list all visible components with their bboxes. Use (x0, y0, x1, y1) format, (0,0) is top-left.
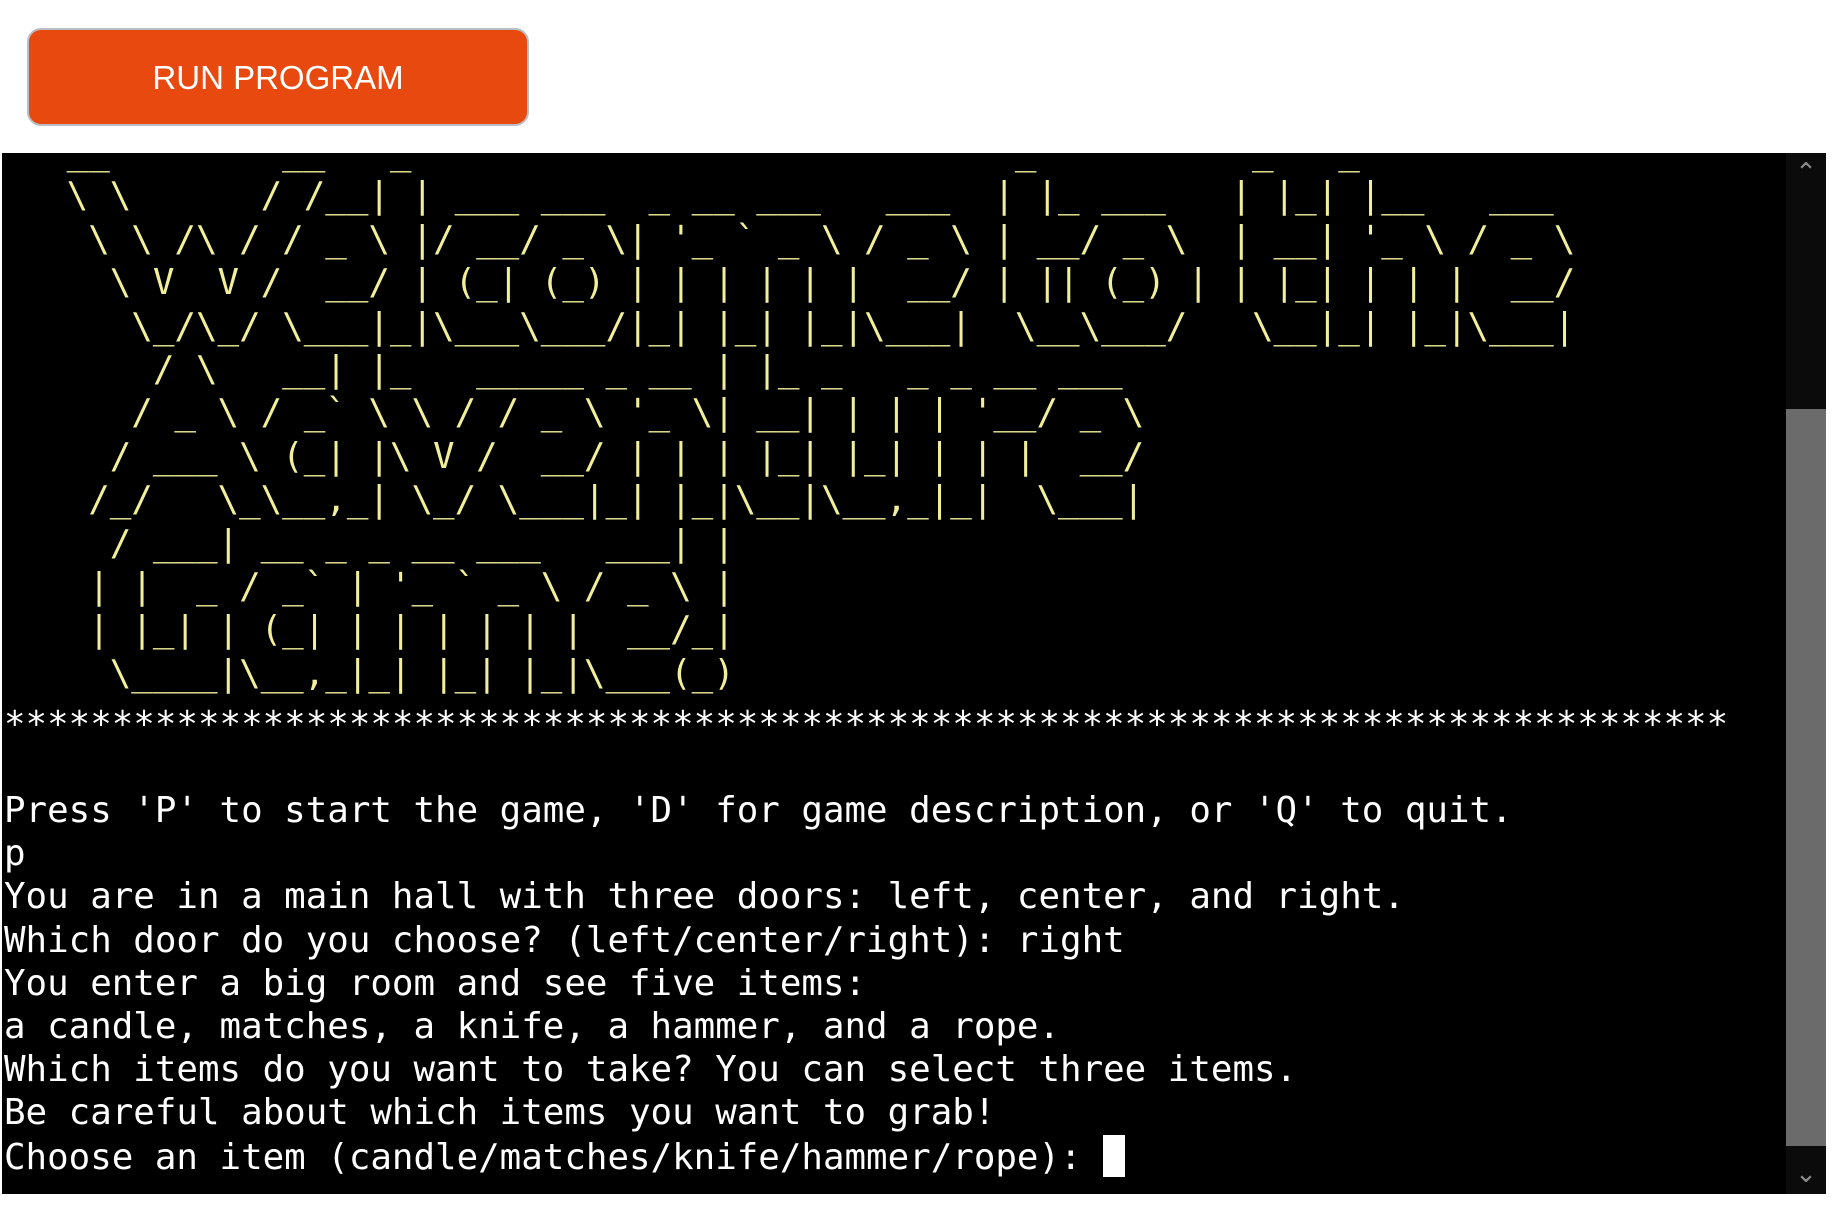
output-line: p (4, 833, 26, 875)
chevron-up-icon[interactable]: ⌃ (1786, 153, 1826, 193)
chevron-down-icon[interactable]: ⌄ (1786, 1154, 1826, 1194)
run-program-button[interactable]: RUN PROGRAM (27, 28, 529, 126)
output-line: You enter a big room and see five items: (4, 962, 867, 1004)
scrollbar-thumb[interactable] (1786, 409, 1826, 1146)
output-line: a candle, matches, a knife, a hammer, an… (4, 1006, 1061, 1048)
ascii-title-banner: __ __ _ _ _ _ \ \ / /__| | ___ ___ _ __ … (66, 153, 1576, 694)
separator-line: ****************************************… (4, 704, 1729, 745)
input-prompt-line: Choose an item (candle/matches/knife/ham… (4, 1136, 1104, 1178)
terminal-scrollbar[interactable]: ⌃ ⌄ (1786, 153, 1826, 1194)
output-line: Which items do you want to take? You can… (4, 1049, 1298, 1091)
output-line: Which door do you choose? (left/center/r… (4, 919, 1125, 961)
output-line: Be careful about which items you want to… (4, 1092, 996, 1134)
terminal-output: Press 'P' to start the game, 'D' for gam… (4, 789, 1513, 1179)
text-cursor[interactable] (1103, 1134, 1126, 1177)
output-line: You are in a main hall with three doors:… (4, 876, 1405, 918)
output-line: Press 'P' to start the game, 'D' for gam… (4, 790, 1513, 831)
terminal-window[interactable]: __ __ _ _ _ _ \ \ / /__| | ___ ___ _ __ … (2, 153, 1802, 1194)
